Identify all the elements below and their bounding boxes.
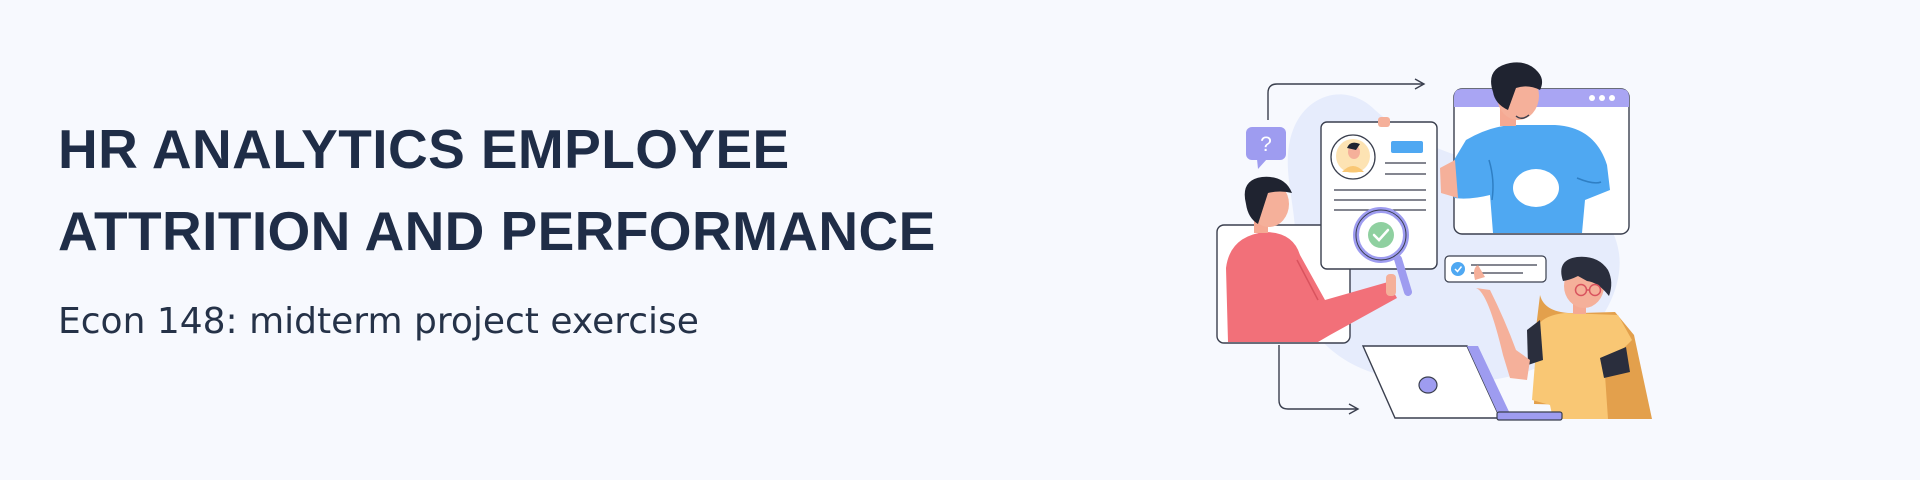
chat-chip bbox=[1444, 255, 1547, 283]
title-line-2: ATTRITION AND PERFORMANCE bbox=[58, 200, 936, 262]
title-line-1: HR ANALYTICS EMPLOYEE bbox=[58, 118, 790, 180]
check-icon bbox=[1368, 222, 1394, 248]
question-bubble-icon: ? bbox=[1246, 127, 1286, 169]
page-title: HR ANALYTICS EMPLOYEE ATTRITION AND PERF… bbox=[58, 108, 1058, 272]
team-illustration: ? bbox=[1216, 62, 1652, 421]
page-subtitle: Econ 148: midterm project exercise bbox=[58, 301, 699, 342]
banner-text: HR ANALYTICS EMPLOYEE ATTRITION AND PERF… bbox=[58, 108, 1058, 344]
browser-dots-icon bbox=[1589, 95, 1615, 101]
question-mark: ? bbox=[1260, 133, 1272, 156]
